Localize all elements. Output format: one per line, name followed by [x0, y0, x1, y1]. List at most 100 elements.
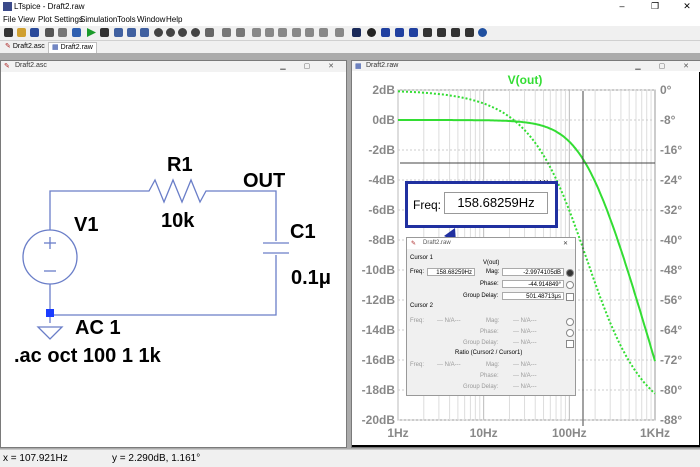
cursor2-groupdelay-check[interactable] — [566, 340, 574, 348]
component-icon[interactable] — [319, 28, 328, 37]
resistor-r1 — [111, 178, 226, 204]
run-icon[interactable] — [87, 28, 96, 37]
cursor1-groupdelay-field[interactable]: 501.48713μs — [502, 292, 564, 300]
settings-icon[interactable] — [4, 28, 13, 37]
cursor2-groupdelay-label: Group Delay: — [463, 340, 499, 346]
freq-popup-value[interactable]: 158.68259Hz — [444, 192, 548, 214]
cursor1-phase-label: Phase: — [480, 281, 499, 287]
cursor2-phase-radio[interactable] — [566, 329, 574, 337]
ltspice-app-icon — [3, 2, 12, 11]
frequency-popup: Freq: 158.68259Hz — [405, 181, 558, 228]
spice-directive-icon[interactable] — [465, 28, 474, 37]
diode-icon[interactable] — [305, 28, 314, 37]
setup-icon[interactable] — [72, 28, 81, 37]
cursor1-mag-radio[interactable] — [566, 269, 574, 277]
cursor2-mag-radio[interactable] — [566, 318, 574, 326]
undo-icon[interactable] — [437, 28, 446, 37]
close-icon[interactable]: ✕ — [677, 1, 697, 12]
cursor2-phase-label: Phase: — [480, 329, 499, 335]
duplicate-icon[interactable] — [423, 28, 432, 37]
minimize-icon[interactable]: – — [612, 1, 632, 11]
rotate-icon[interactable] — [335, 28, 344, 37]
plot-window-titlebar: ▦ Draft2.raw ▁ ▢ ✕ — [352, 61, 700, 72]
tile-icon[interactable] — [114, 28, 123, 37]
text-icon[interactable] — [352, 28, 361, 37]
cursor1-groupdelay-label: Group Delay: — [463, 293, 499, 299]
redo-icon[interactable] — [451, 28, 460, 37]
schematic-canvas[interactable] — [1, 61, 346, 447]
ground-icon[interactable] — [236, 28, 245, 37]
cursor1-groupdelay-check[interactable] — [566, 293, 574, 301]
toolbar — [0, 26, 700, 41]
menu-file[interactable]: File — [3, 15, 16, 24]
schematic-tab-icon: ✎ — [5, 43, 11, 50]
zoom-out-icon[interactable] — [178, 28, 187, 37]
inductor-icon[interactable] — [292, 28, 301, 37]
v1-value: AC 1 — [75, 317, 121, 339]
zoom-fit-icon[interactable] — [191, 28, 200, 37]
freq-popup-label: Freq: — [413, 198, 442, 212]
menu-help[interactable]: Help — [166, 15, 182, 24]
print-preview-icon[interactable] — [58, 28, 67, 37]
open-icon[interactable] — [17, 28, 26, 37]
cursor2-group-title: Cursor 2 — [410, 303, 434, 309]
cascade-icon[interactable] — [127, 28, 136, 37]
ratio-group-title: Ratio (Cursor2 / Cursor1) — [455, 350, 523, 356]
drag-icon[interactable] — [395, 28, 404, 37]
dialog-close-icon[interactable]: ✕ — [563, 240, 568, 247]
menu-window[interactable]: Window — [137, 15, 165, 24]
r1-label: R1 — [167, 154, 193, 176]
delete-icon[interactable] — [367, 28, 376, 37]
pan-icon[interactable] — [166, 28, 175, 37]
window-icon[interactable] — [140, 28, 149, 37]
label-net-icon[interactable] — [252, 28, 261, 37]
spice-directive: .ac oct 100 1 1k — [14, 345, 161, 367]
app-title: LTspice - Draft2.raw — [14, 2, 85, 11]
save-icon[interactable] — [30, 28, 39, 37]
ground-symbol — [36, 326, 64, 340]
cursor2-phase-na: --- N/A--- — [513, 329, 537, 335]
wire-icon[interactable] — [222, 28, 231, 37]
cursor-dialog-titlebar: ✎ Draft2.raw ✕ — [407, 238, 575, 249]
v1-label: V1 — [74, 214, 99, 236]
dialog-title: Draft2.raw — [423, 240, 451, 246]
tab-draft2-raw[interactable]: ▦ Draft2.raw — [48, 42, 97, 53]
menu-view[interactable]: View — [18, 15, 35, 24]
cursor2-freq-label: Freq: — [410, 318, 425, 324]
cursor1-freq-field[interactable]: 158.68259Hz — [427, 268, 475, 276]
dialog-app-icon: ✎ — [411, 241, 417, 247]
resistor-icon[interactable] — [265, 28, 274, 37]
tab-draft2-asc[interactable]: ✎ Draft2.asc — [2, 42, 48, 52]
tab-label: Draft2.asc — [12, 43, 45, 50]
print-icon[interactable] — [45, 28, 54, 37]
ratio-groupdelay-label: Group Delay: — [463, 384, 499, 390]
menu-plot-settings[interactable]: Plot Settings — [38, 15, 83, 24]
menu-tools[interactable]: Tools — [117, 15, 136, 24]
cursor1-phase-radio[interactable] — [566, 281, 574, 289]
ratio-mag-na: --- N/A--- — [513, 362, 537, 368]
restore-icon[interactable]: ❐ — [645, 1, 665, 12]
document-tab-bar: ✎ Draft2.asc ▦ Draft2.raw — [0, 41, 700, 53]
cursor1-phase-field[interactable]: -44.914849° — [502, 280, 564, 288]
autorange-icon[interactable] — [205, 28, 214, 37]
mirror-icon[interactable] — [409, 28, 418, 37]
net-label-out: OUT — [243, 170, 286, 192]
halt-icon[interactable] — [100, 28, 109, 37]
ratio-mag-label: Mag: — [486, 362, 500, 368]
capacitor-icon[interactable] — [278, 28, 287, 37]
cursor1-mag-field[interactable]: -2.9974105dB — [502, 268, 564, 276]
plot-window-controls[interactable]: ▁ ▢ ✕ — [635, 62, 697, 70]
status-bar: x = 107.921Hz y = 2.290dB, 1.161° — [0, 449, 700, 467]
schematic-window: ✎ Draft2.asc ▁ ▢ ✕ R1 10k OUT C1 0.1μ V1… — [0, 60, 347, 448]
zoom-in-icon[interactable] — [154, 28, 163, 37]
find-icon[interactable] — [478, 28, 487, 37]
menu-simulation[interactable]: Simulation — [80, 15, 117, 24]
move-icon[interactable] — [381, 28, 390, 37]
status-y-readout: y = 2.290dB, 1.161° — [112, 453, 201, 464]
cursor1-freq-label: Freq: — [410, 269, 425, 275]
ratio-phase-label: Phase: — [480, 373, 499, 379]
cursor2-freq-na: --- N/A--- — [437, 318, 461, 324]
r1-value: 10k — [161, 210, 195, 232]
cursor2-mag-label: Mag: — [486, 318, 500, 324]
cursor-dialog: ✎ Draft2.raw ✕ Cursor 1 V(out) Freq: 158… — [406, 237, 576, 396]
